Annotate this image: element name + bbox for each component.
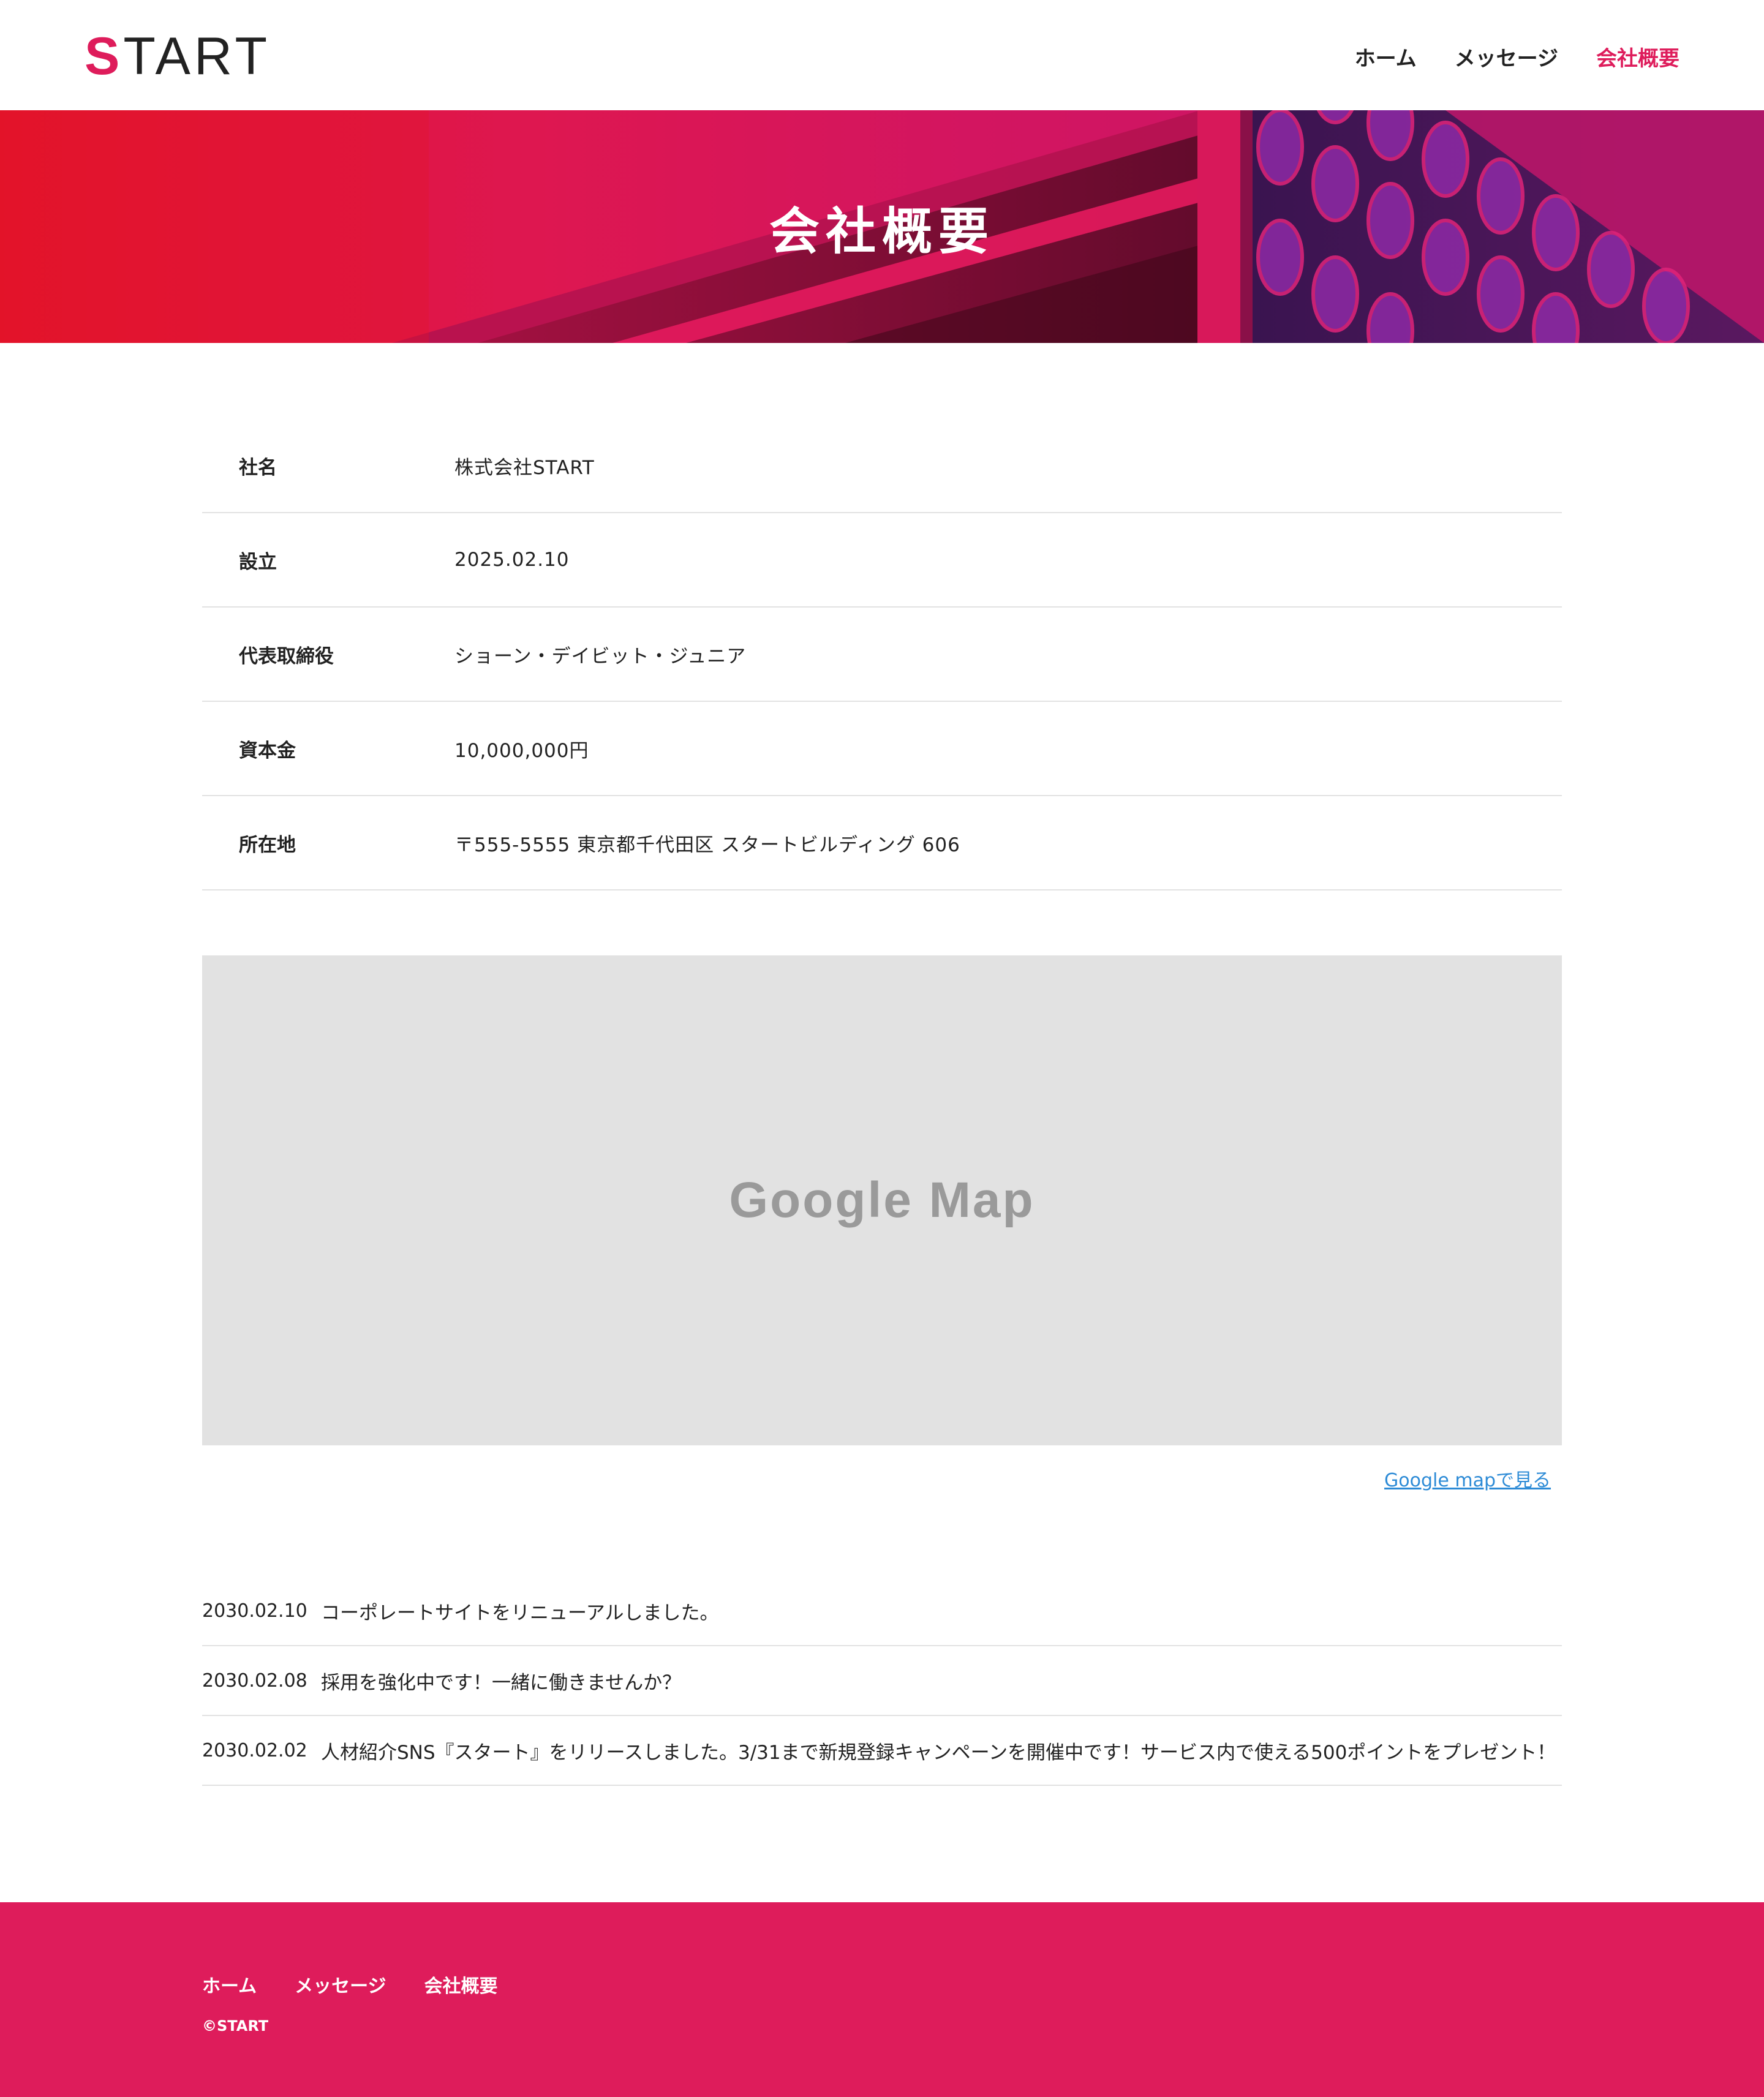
news-text: 採用を強化中です！一緒に働きませんか？ xyxy=(321,1671,682,1694)
info-row-address: 所在地 〒555-5555 東京都千代田区 スタートビルディング 606 xyxy=(202,796,1562,890)
news-date: 2030.02.08 xyxy=(202,1670,307,1692)
info-label: 資本金 xyxy=(239,739,296,762)
info-value: 2025.02.10 xyxy=(454,549,570,571)
hero-banner: 会社概要 xyxy=(0,110,1764,343)
news-date: 2030.02.02 xyxy=(202,1739,307,1761)
nav-item-message[interactable]: メッセージ xyxy=(1455,42,1558,72)
info-row-established: 設立 2025.02.10 xyxy=(202,513,1562,608)
news-item[interactable]: 2030.02.10 コーポレートサイトをリニューアルしました。 xyxy=(202,1576,1562,1646)
news-text: コーポレートサイトをリニューアルしました。 xyxy=(321,1602,719,1624)
info-label: 代表取締役 xyxy=(239,645,334,668)
logo-text: TART xyxy=(123,27,271,86)
logo-initial: S xyxy=(85,27,124,86)
news-text: 人材紹介SNS『スタート』をリリースしました。3/31まで新規登録キャンペーンを… xyxy=(321,1741,1556,1764)
info-label: 所在地 xyxy=(239,834,296,856)
info-value: ショーン・デイビット・ジュニア xyxy=(454,645,747,668)
copyright: ©START xyxy=(202,2017,269,2035)
info-row-company-name: 社名 株式会社START xyxy=(202,419,1562,513)
news-date: 2030.02.10 xyxy=(202,1600,307,1622)
google-map-link[interactable]: Google mapで見る xyxy=(1384,1465,1551,1492)
news-item[interactable]: 2030.02.02 人材紹介SNS『スタート』をリリースしました。3/31まで… xyxy=(202,1716,1562,1786)
info-value: 10,000,000円 xyxy=(454,739,589,762)
map-placeholder-label: Google Map xyxy=(729,1172,1035,1228)
company-info-table: 社名 株式会社START 設立 2025.02.10 代表取締役 ショーン・デイ… xyxy=(202,419,1562,890)
footer-nav-company[interactable]: 会社概要 xyxy=(424,1971,498,1998)
site-header: S TART ホーム メッセージ 会社概要 xyxy=(0,0,1764,110)
info-row-capital: 資本金 10,000,000円 xyxy=(202,702,1562,796)
info-label: 社名 xyxy=(239,456,277,479)
news-item[interactable]: 2030.02.08 採用を強化中です！一緒に働きませんか？ xyxy=(202,1646,1562,1716)
footer-nav: ホーム メッセージ 会社概要 xyxy=(202,1971,498,1998)
footer-nav-home[interactable]: ホーム xyxy=(202,1971,257,1998)
site-footer: ホーム メッセージ 会社概要 ©START xyxy=(0,1902,1764,2097)
nav-item-company[interactable]: 会社概要 xyxy=(1596,42,1679,72)
info-label: 設立 xyxy=(239,551,277,573)
news-list: 2030.02.10 コーポレートサイトをリニューアルしました。 2030.02… xyxy=(202,1576,1562,1786)
page-title: 会社概要 xyxy=(769,202,995,261)
info-value: 〒555-5555 東京都千代田区 スタートビルディング 606 xyxy=(454,834,960,856)
info-value: 株式会社START xyxy=(454,456,595,479)
nav-item-home[interactable]: ホーム xyxy=(1355,42,1417,72)
info-row-representative: 代表取締役 ショーン・デイビット・ジュニア xyxy=(202,608,1562,702)
main-nav: ホーム メッセージ 会社概要 xyxy=(1355,38,1679,75)
map-placeholder[interactable]: Google Map xyxy=(202,955,1562,1445)
footer-nav-message[interactable]: メッセージ xyxy=(295,1971,386,1998)
logo[interactable]: S TART xyxy=(85,27,271,86)
